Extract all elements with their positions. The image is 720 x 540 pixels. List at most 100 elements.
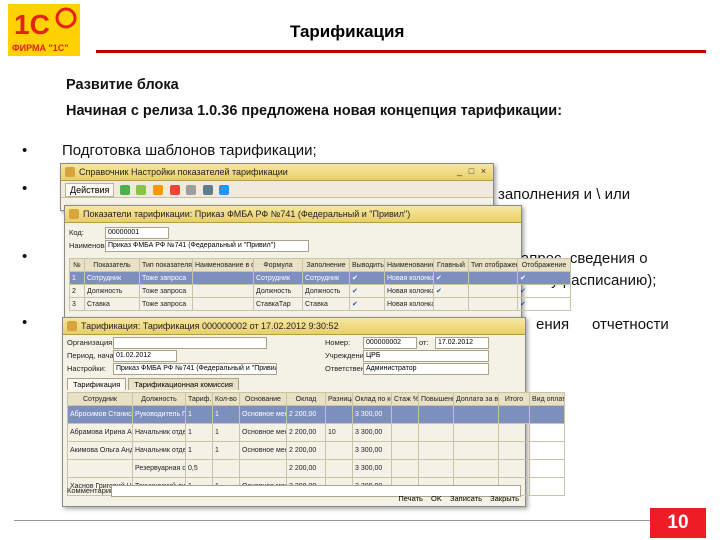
cell: Сотрудник xyxy=(302,271,350,285)
tab-tariff[interactable]: Тарификация xyxy=(67,378,127,390)
tab-commission[interactable]: Тарификационная комиссия xyxy=(128,378,239,390)
checkbox[interactable]: ✔ xyxy=(349,271,385,285)
cell xyxy=(418,459,454,478)
org-input[interactable] xyxy=(113,337,267,349)
col-sub-name[interactable]: Наименование xyxy=(384,258,434,272)
table-header: Сотрудник Должность Тариф. разряд Кол-во… xyxy=(67,392,565,406)
cell: 2 200,00 xyxy=(286,459,326,478)
actions-menu-button[interactable]: Действия xyxy=(65,182,115,197)
cell: 3 300,00 xyxy=(352,405,392,424)
tab-strip: Тарификация Тарификационная комиссия xyxy=(67,378,241,390)
minimize-button[interactable]: _ xyxy=(454,166,465,177)
cell: Абросимов Станислав Сергеевич xyxy=(67,405,133,424)
col-grade[interactable]: Тариф. разряд xyxy=(185,392,213,406)
number-input[interactable]: 000000002 xyxy=(363,337,417,349)
col-type[interactable]: Тип показателя xyxy=(139,258,193,272)
footer-buttons: Печать OK Записать Закрыть xyxy=(392,494,519,503)
col-salary[interactable]: Оклад xyxy=(286,392,326,406)
help-icon[interactable] xyxy=(219,184,230,195)
tariff-indicators-window[interactable]: Показатели тарификации: Приказ ФМБА РФ №… xyxy=(64,205,571,319)
date-input[interactable]: 17.02.2012 xyxy=(435,337,489,349)
cell: Новая колонка xyxy=(384,297,434,311)
table-row[interactable]: Абрамова Ирина Алексеевна Начальник отде… xyxy=(67,423,565,442)
name-input[interactable]: Приказ ФМБА РФ №741 (Федеральный и "Прив… xyxy=(105,240,309,252)
window-titlebar[interactable]: Справочник Настройки показателей тарифик… xyxy=(61,164,493,181)
bullet-2-fragment: заполнения и \ или xyxy=(498,186,631,203)
col-coef[interactable]: Оклад по коэф. xyxy=(352,392,392,406)
checkbox[interactable] xyxy=(433,297,469,311)
copy-icon[interactable] xyxy=(136,184,147,195)
col-sub-main[interactable]: Главный xyxy=(433,258,469,272)
col-formula[interactable]: Формула xyxy=(253,258,303,272)
cell: Должность xyxy=(84,284,140,298)
cell: 1 xyxy=(212,423,240,442)
col-form-name[interactable]: Наименование в форме xyxy=(192,258,254,272)
cell: 3 300,00 xyxy=(352,441,392,460)
cell: Резервуарная смена xyxy=(132,459,186,478)
filter-icon[interactable] xyxy=(186,184,197,195)
responsible-input[interactable]: Администратор xyxy=(363,363,489,375)
edit-icon[interactable] xyxy=(152,184,163,195)
checkbox[interactable]: ✔ xyxy=(517,297,571,311)
settings-label: Настройки: xyxy=(67,364,106,373)
tariff-document-window[interactable]: Тарификация: Тарификация 000000002 от 17… xyxy=(62,317,565,507)
col-raise[interactable]: Повышение xyxy=(418,392,454,406)
period-input[interactable]: 01.02.2012 xyxy=(113,350,177,362)
code-input[interactable]: 00000001 xyxy=(105,227,169,239)
col-indicator[interactable]: Показатель xyxy=(84,258,140,272)
table-row[interactable]: Резервуарная смена 0,5 2 200,00 3 300,00 xyxy=(67,459,565,478)
cell xyxy=(529,459,565,478)
table-row[interactable]: 1 Сотрудник Тоже запроса Сотрудник Сотру… xyxy=(69,271,571,285)
settings-catalog-window[interactable]: Справочник Настройки показателей тарифик… xyxy=(60,163,494,211)
table-row[interactable]: Акимова Ольга Андреевна Начальник отдела… xyxy=(67,441,565,460)
window-titlebar[interactable]: Тарификация: Тарификация 000000002 от 17… xyxy=(63,318,525,335)
col-sub-show[interactable]: Выводить xyxy=(349,258,385,272)
window-titlebar[interactable]: Показатели тарификации: Приказ ФМБА РФ №… xyxy=(65,206,521,223)
cell xyxy=(498,441,530,460)
refresh-icon[interactable] xyxy=(202,184,213,195)
close-button[interactable]: × xyxy=(478,166,489,177)
cell: 1 xyxy=(69,271,85,285)
col-paytype[interactable]: Вид оплаты xyxy=(529,392,565,406)
page-number: 10 xyxy=(650,508,706,538)
institution-input[interactable]: ЦРБ xyxy=(363,350,489,362)
maximize-button[interactable]: □ xyxy=(466,166,477,177)
checkbox[interactable]: ✔ xyxy=(433,284,469,298)
col-basis[interactable]: Основание xyxy=(239,392,287,406)
col-sub-type[interactable]: Тип отображения xyxy=(468,258,518,272)
table-row[interactable]: 2 Должность Тоже запроса Должность Должн… xyxy=(69,284,571,298)
checkbox[interactable]: ✔ xyxy=(349,297,385,311)
col-diff[interactable]: Разница xyxy=(325,392,353,406)
window-title: Справочник Настройки показателей тарифик… xyxy=(79,167,288,177)
checkbox[interactable]: ✔ xyxy=(349,284,385,298)
col-sub-fill[interactable]: Заполнение xyxy=(302,258,350,272)
ok-button[interactable]: OK xyxy=(431,494,442,503)
bullet-dot: • xyxy=(22,248,28,265)
settings-input[interactable]: Приказ ФМБА РФ №741 (Федеральный и "Прив… xyxy=(113,363,277,375)
col-total[interactable]: Итого xyxy=(498,392,530,406)
col-employee[interactable]: Сотрудник xyxy=(67,392,133,406)
comment-label: Комментарий: xyxy=(67,486,117,495)
col-position[interactable]: Должность xyxy=(132,392,186,406)
print-button[interactable]: Печать xyxy=(398,494,423,503)
cell xyxy=(391,405,419,424)
cell xyxy=(529,441,565,460)
cell xyxy=(468,297,518,311)
table-row[interactable]: Абросимов Станислав Сергеевич Руководите… xyxy=(67,405,565,424)
cell: Абрамова Ирина Алексеевна xyxy=(67,423,133,442)
col-sub-display[interactable]: Отображение xyxy=(517,258,571,272)
col-n[interactable]: № xyxy=(69,258,85,272)
col-bonus[interactable]: Доплата за высший разряд xyxy=(453,392,499,406)
cell xyxy=(192,271,254,285)
close-button[interactable]: Закрыть xyxy=(490,494,519,503)
checkbox[interactable]: ✔ xyxy=(517,284,571,298)
checkbox[interactable]: ✔ xyxy=(517,271,571,285)
add-icon[interactable] xyxy=(119,184,130,195)
col-exp[interactable]: Стаж % xyxy=(391,392,419,406)
table-row[interactable]: 3 Ставка Тоже запроса СтавкаТар Ставка ✔… xyxy=(69,297,571,311)
checkbox[interactable]: ✔ xyxy=(433,271,469,285)
delete-icon[interactable] xyxy=(169,184,180,195)
col-qty[interactable]: Кол-во ставок xyxy=(212,392,240,406)
save-button[interactable]: Записать xyxy=(450,494,482,503)
cell: Сотрудник xyxy=(84,271,140,285)
